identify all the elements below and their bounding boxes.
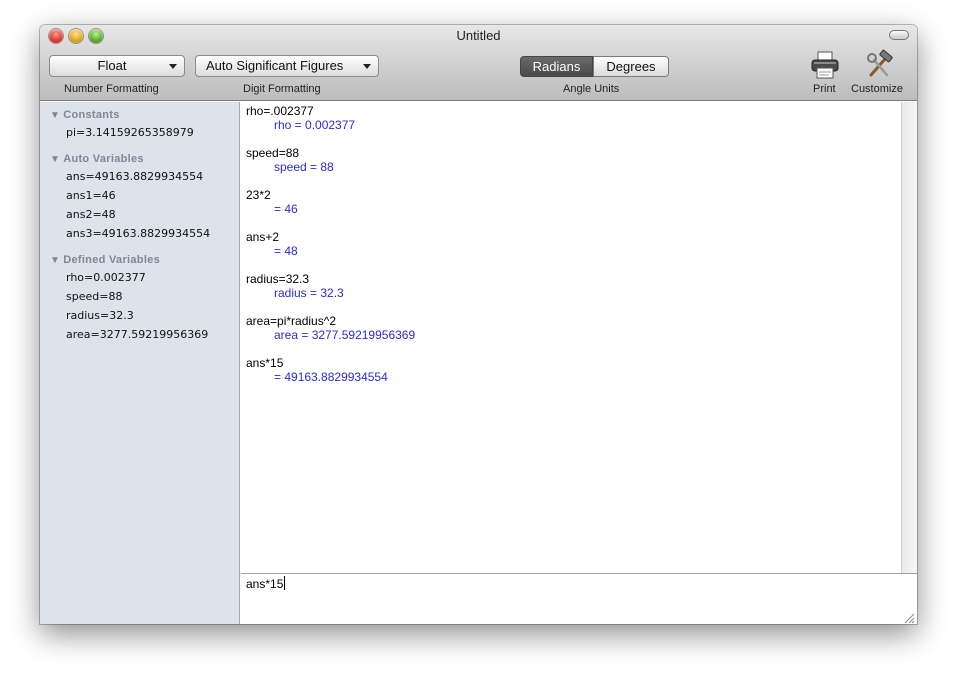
print-icon[interactable]	[809, 49, 841, 81]
history-input: ans+2	[246, 230, 280, 244]
digit-format-popup[interactable]: Auto Significant Figures	[195, 55, 379, 77]
auto-variable-item[interactable]: ans=49163.8829934554	[66, 170, 203, 183]
toolbar: Untitled Float Auto Significant Figures …	[40, 25, 917, 101]
defined-variable-item[interactable]: radius=32.3	[66, 309, 134, 322]
defined-variable-item[interactable]: rho=0.002377	[66, 271, 146, 284]
number-format-value: Float	[97, 58, 127, 73]
degrees-segment[interactable]: Degrees	[593, 56, 669, 77]
history-result: = 49163.8829934554	[274, 370, 388, 384]
auto-variable-item[interactable]: ans3=49163.8829934554	[66, 227, 210, 240]
history-result: = 46	[274, 202, 298, 216]
defined-variable-item[interactable]: speed=88	[66, 290, 122, 303]
history-input: speed=88	[246, 146, 300, 160]
customize-label: Customize	[851, 83, 903, 95]
disclosure-triangle-icon: ▼	[50, 255, 61, 266]
text-caret	[284, 576, 286, 590]
variables-sidebar: ▼ Constants pi=3.14159265358979 ▼ Auto Var…	[40, 102, 240, 624]
history-input: area=pi*radius^2	[246, 314, 337, 328]
number-format-popup[interactable]: Float	[49, 55, 185, 77]
history-result: radius = 32.3	[274, 286, 344, 300]
history-result: area = 3277.59219956369	[274, 328, 416, 342]
history-input: rho=.002377	[246, 104, 314, 118]
angle-units-label: Angle Units	[563, 83, 620, 95]
auto-variable-item[interactable]: ans1=46	[66, 189, 116, 202]
history-input: ans*15	[246, 356, 284, 370]
disclosure-triangle-icon: ▼	[50, 154, 61, 165]
number-format-label: Number Formatting	[64, 83, 159, 95]
popup-arrow-icon	[169, 64, 177, 69]
window-title: Untitled	[456, 28, 501, 43]
history-result: = 48	[274, 244, 298, 258]
digit-format-label: Digit Formatting	[243, 83, 321, 95]
history-result: rho = 0.002377	[274, 118, 356, 132]
resize-grip-icon[interactable]	[904, 611, 915, 624]
auto-variable-item[interactable]: ans2=48	[66, 208, 116, 221]
auto-variables-section-header[interactable]: ▼ Auto Variables	[50, 153, 144, 165]
digit-format-value: Auto Significant Figures	[206, 58, 344, 73]
constants-section-header[interactable]: ▼ Constants	[50, 109, 120, 121]
customize-tools-icon[interactable]	[863, 49, 895, 81]
history-result: speed = 88	[274, 160, 334, 174]
calculator-window: Untitled Float Auto Significant Figures …	[40, 25, 917, 624]
history-scrollbar[interactable]	[901, 102, 917, 573]
print-label: Print	[813, 83, 836, 95]
defined-variables-section-header[interactable]: ▼ Defined Variables	[50, 254, 160, 266]
toolbar-toggle-button[interactable]	[889, 30, 909, 40]
history-input: 23*2	[246, 188, 271, 202]
history-pane[interactable]: rho=.002377 rho = 0.002377 speed=88 spee…	[241, 102, 901, 573]
history-input: radius=32.3	[246, 272, 310, 286]
expression-input[interactable]: ans*15	[241, 574, 917, 624]
radians-segment[interactable]: Radians	[520, 56, 593, 77]
disclosure-triangle-icon: ▼	[50, 110, 61, 121]
popup-arrow-icon	[363, 64, 371, 69]
constant-item[interactable]: pi=3.14159265358979	[66, 126, 194, 139]
defined-variable-item[interactable]: area=3277.59219956369	[66, 328, 208, 341]
expression-input-value: ans*15	[246, 577, 284, 591]
